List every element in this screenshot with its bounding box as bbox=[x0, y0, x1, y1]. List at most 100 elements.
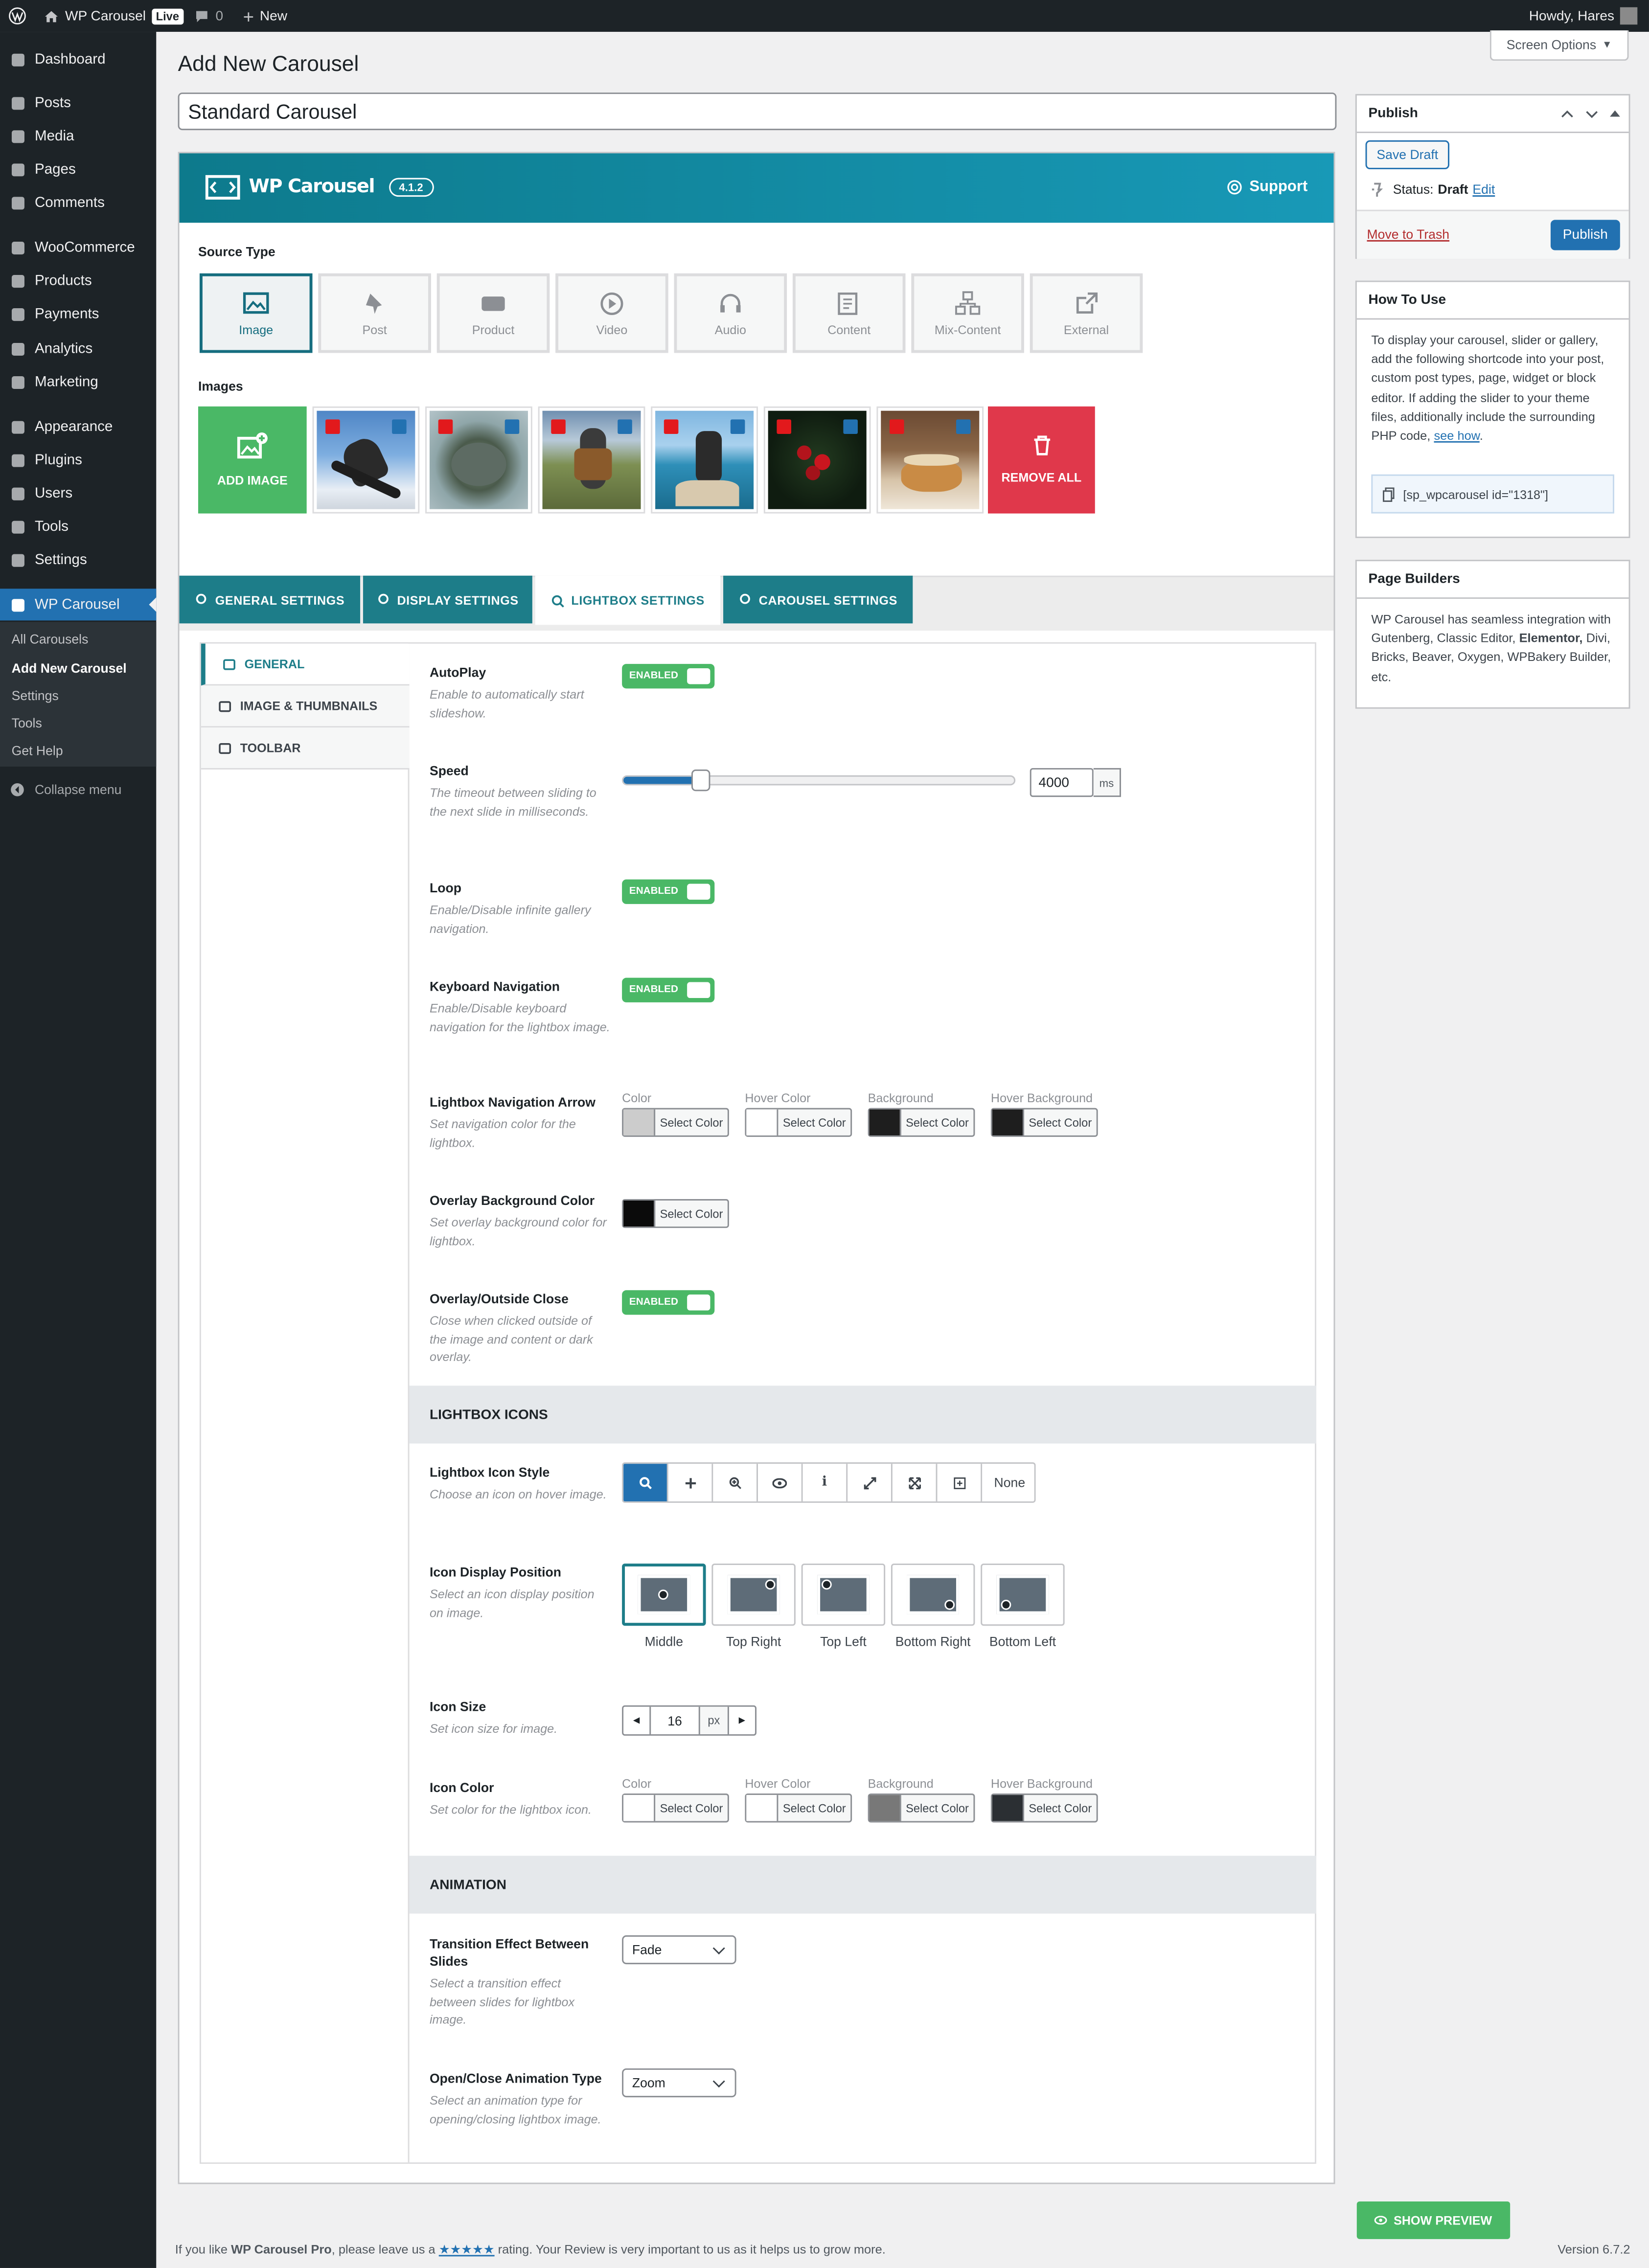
image-thumbnail[interactable] bbox=[312, 406, 420, 514]
menu-item-appearance[interactable]: Appearance bbox=[0, 411, 156, 443]
source-type-content[interactable]: Content bbox=[792, 273, 906, 353]
site-name-link[interactable]: WP Carousel Live bbox=[44, 0, 183, 32]
loop-toggle[interactable]: ENABLED bbox=[622, 879, 715, 904]
edit-image-icon[interactable] bbox=[618, 419, 632, 434]
submenu-item-settings[interactable]: Settings bbox=[12, 688, 59, 703]
save-draft-button[interactable]: Save Draft bbox=[1365, 140, 1450, 169]
nav-arrow-background-picker[interactable]: Select Color bbox=[868, 1108, 975, 1137]
zoom-in-icon[interactable] bbox=[713, 1464, 758, 1501]
menu-item-media[interactable]: Media bbox=[0, 120, 156, 152]
menu-item-analytics[interactable]: Analytics bbox=[0, 333, 156, 364]
source-type-external[interactable]: External bbox=[1030, 273, 1143, 353]
menu-item-wp-carousel[interactable]: WP Carousel bbox=[0, 589, 157, 621]
keyboard-navigation-toggle[interactable]: ENABLED bbox=[622, 977, 715, 1002]
new-content-link[interactable]: + New bbox=[243, 0, 287, 32]
tab-carousel-settings[interactable]: CAROUSEL SETTINGS bbox=[723, 575, 913, 624]
nav-arrow-hover-background-picker[interactable]: Select Color bbox=[990, 1108, 1098, 1137]
image-thumbnail[interactable] bbox=[651, 406, 758, 514]
eye-icon[interactable] bbox=[757, 1464, 803, 1501]
search-icon[interactable] bbox=[623, 1464, 668, 1501]
menu-item-dashboard[interactable]: Dashboard bbox=[0, 44, 156, 75]
screen-options-button[interactable]: Screen Options ▼ bbox=[1489, 30, 1629, 61]
menu-item-users[interactable]: Users bbox=[0, 477, 156, 509]
expand-icon[interactable] bbox=[847, 1464, 893, 1501]
source-type-image[interactable]: Image bbox=[199, 273, 313, 353]
source-type-mix-content[interactable]: Mix-Content bbox=[911, 273, 1024, 353]
icon-size-input[interactable]: 16 bbox=[651, 1707, 699, 1734]
image-thumbnail[interactable] bbox=[538, 406, 645, 514]
post-title-input[interactable]: Standard Carousel bbox=[178, 92, 1337, 131]
edit-status-link[interactable]: Edit bbox=[1472, 182, 1495, 197]
see-how-link[interactable]: see how bbox=[1434, 428, 1479, 443]
add-image-button[interactable]: ADD IMAGE bbox=[198, 406, 307, 514]
increment-button[interactable]: ▶ bbox=[729, 1707, 755, 1734]
menu-item-pages[interactable]: Pages bbox=[0, 153, 156, 185]
menu-item-tools[interactable]: Tools bbox=[0, 511, 156, 543]
rating-stars-link[interactable]: ★★★★★ bbox=[439, 2242, 495, 2257]
menu-item-products[interactable]: Products bbox=[0, 265, 156, 296]
edit-image-icon[interactable] bbox=[730, 419, 745, 434]
speed-slider-handle[interactable] bbox=[691, 769, 710, 792]
position-top-left[interactable] bbox=[801, 1564, 886, 1626]
icon-color-background-picker[interactable]: Select Color bbox=[868, 1793, 975, 1823]
comments-link[interactable]: 0 bbox=[194, 0, 223, 32]
source-type-video[interactable]: Video bbox=[555, 273, 668, 353]
menu-item-comments[interactable]: Comments bbox=[0, 186, 156, 218]
delete-image-icon[interactable] bbox=[551, 419, 566, 434]
plus-square-icon[interactable] bbox=[937, 1464, 983, 1501]
copy-icon[interactable] bbox=[1383, 486, 1395, 501]
shortcode-box[interactable]: [sp_wpcarousel id="1318"] bbox=[1371, 474, 1615, 514]
transition-effect-select[interactable]: Fade bbox=[622, 1935, 736, 1965]
menu-item-woocommerce[interactable]: WooCommerce bbox=[0, 231, 156, 263]
icon-color-color-picker[interactable]: Select Color bbox=[622, 1793, 729, 1823]
menu-item-settings[interactable]: Settings bbox=[0, 544, 156, 576]
chevron-up-icon[interactable] bbox=[1561, 109, 1574, 118]
tab-display-settings[interactable]: DISPLAY SETTINGS bbox=[363, 575, 532, 624]
subtab-image-thumbnails[interactable]: IMAGE & THUMBNAILS bbox=[201, 685, 410, 728]
caret-up-icon[interactable] bbox=[1610, 109, 1620, 118]
menu-item-payments[interactable]: Payments bbox=[0, 298, 156, 330]
plus-icon[interactable] bbox=[668, 1464, 713, 1501]
speed-slider-track[interactable] bbox=[622, 769, 1016, 792]
icon-color-hover-color-picker[interactable]: Select Color bbox=[745, 1793, 852, 1823]
submenu-item-all-carousels[interactable]: All Carousels bbox=[12, 632, 89, 647]
edit-image-icon[interactable] bbox=[504, 419, 520, 434]
show-preview-button[interactable]: SHOW PREVIEW bbox=[1356, 2201, 1511, 2239]
image-thumbnail[interactable] bbox=[763, 406, 871, 514]
position-top-right[interactable] bbox=[711, 1564, 796, 1626]
source-type-audio[interactable]: Audio bbox=[674, 273, 787, 353]
edit-image-icon[interactable] bbox=[843, 419, 858, 434]
delete-image-icon[interactable] bbox=[438, 419, 453, 434]
source-type-product[interactable]: Product bbox=[436, 273, 550, 353]
icon-style-none-option[interactable]: None bbox=[982, 1464, 1034, 1501]
info-icon[interactable]: i bbox=[802, 1464, 848, 1501]
remove-all-button[interactable]: REMOVE ALL bbox=[988, 406, 1095, 514]
arrows-out-icon[interactable] bbox=[892, 1464, 938, 1501]
source-type-post[interactable]: Post bbox=[318, 273, 431, 353]
submenu-item-tools[interactable]: Tools bbox=[12, 716, 42, 731]
edit-image-icon[interactable] bbox=[392, 419, 407, 434]
speed-input[interactable]: 4000 bbox=[1030, 768, 1094, 797]
tab-lightbox-settings[interactable]: LIGHTBOX SETTINGS bbox=[535, 575, 721, 625]
image-thumbnail[interactable] bbox=[876, 406, 984, 514]
chevron-down-icon[interactable] bbox=[1585, 109, 1599, 118]
submenu-item-get-help[interactable]: Get Help bbox=[12, 744, 63, 758]
delete-image-icon[interactable] bbox=[890, 419, 904, 434]
open-close-animation-select[interactable]: Zoom bbox=[622, 2068, 736, 2098]
nav-arrow-hover-color-picker[interactable]: Select Color bbox=[745, 1108, 852, 1137]
submenu-item-add-new-carousel[interactable]: Add New Carousel bbox=[12, 661, 127, 676]
move-to-trash-link[interactable]: Move to Trash bbox=[1367, 227, 1450, 242]
collapse-menu-button[interactable]: Collapse menu bbox=[0, 775, 156, 804]
menu-item-posts[interactable]: Posts bbox=[0, 87, 156, 118]
position-bottom-left[interactable] bbox=[981, 1564, 1065, 1626]
overlay-close-toggle[interactable]: ENABLED bbox=[622, 1290, 715, 1315]
menu-item-plugins[interactable]: Plugins bbox=[0, 444, 156, 476]
position-bottom-right[interactable] bbox=[891, 1564, 975, 1626]
icon-color-hover-background-picker[interactable]: Select Color bbox=[990, 1793, 1098, 1823]
decrement-button[interactable]: ◀ bbox=[623, 1706, 651, 1734]
tab-general-settings[interactable]: GENERAL SETTINGS bbox=[179, 575, 361, 624]
autoplay-toggle[interactable]: ENABLED bbox=[622, 664, 715, 689]
support-link[interactable]: Support bbox=[1226, 178, 1307, 195]
image-thumbnail[interactable] bbox=[425, 406, 532, 514]
wordpress-logo-icon[interactable] bbox=[9, 0, 26, 32]
